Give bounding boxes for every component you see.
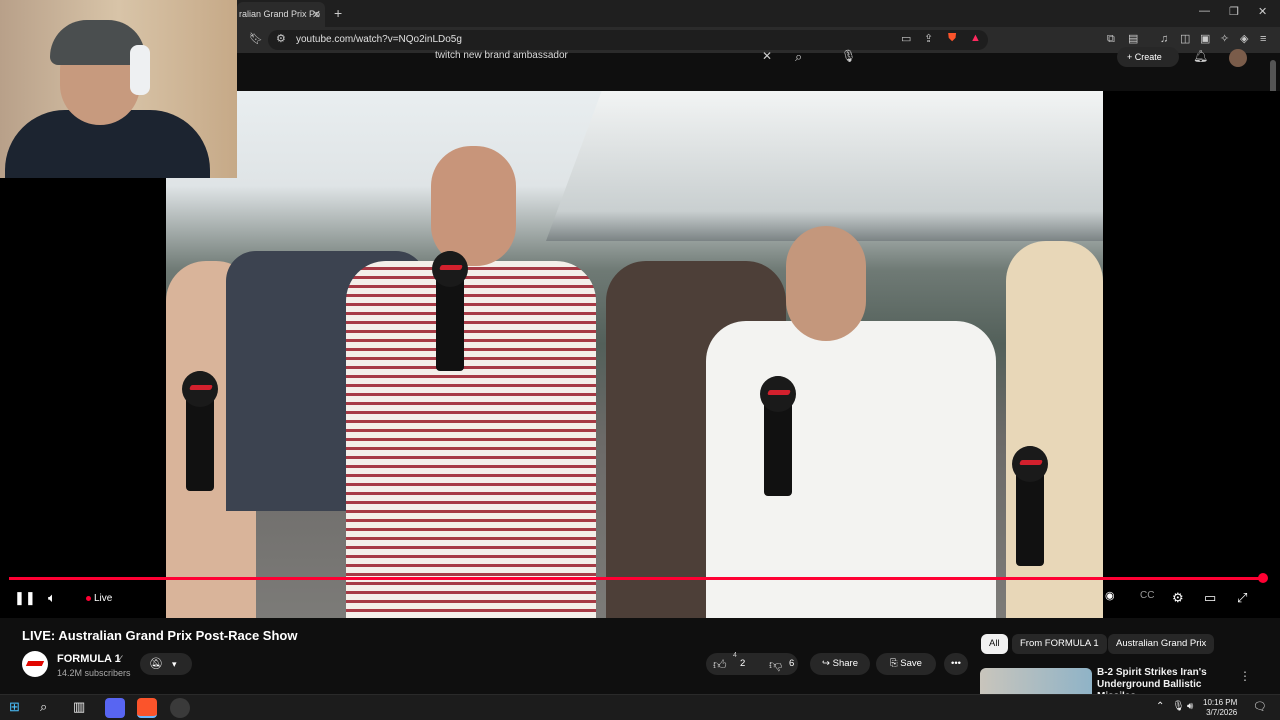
like-icon[interactable]: 👍︎	[713, 658, 727, 671]
live-badge[interactable]: Live	[86, 593, 112, 604]
windows-start-icon[interactable]: ⊞	[9, 700, 20, 713]
video-guest-white-shirt	[706, 321, 996, 618]
microphone-icon[interactable]: 🎙︎	[841, 50, 856, 62]
menu-icon[interactable]: ≡	[1260, 34, 1266, 45]
leo-ai-icon[interactable]: ✧	[1220, 34, 1229, 45]
verified-icon: ✓	[117, 653, 125, 663]
webcam-overlay	[0, 0, 237, 178]
tab-title: ralian Grand Prix Po	[239, 9, 321, 19]
video-mic-host	[432, 251, 468, 371]
captions-icon[interactable]: CC	[1140, 591, 1154, 601]
youtube-header: twitch new brand ambassador ✕ ⌕ 🎙︎ + Cre…	[237, 47, 1280, 91]
chip-from-formula-1[interactable]: From FORMULA 1	[1012, 634, 1107, 654]
url-text: youtube.com/watch?v=NQo2inLDo5g	[296, 34, 462, 45]
settings-gear-icon[interactable]: ⚙	[1172, 591, 1184, 604]
brave-rewards-icon[interactable]: ▲	[970, 33, 981, 44]
brave-shields-icon[interactable]: ⛊	[948, 33, 956, 44]
cast-icon[interactable]: ▭	[901, 34, 911, 45]
progress-scrubber[interactable]	[1258, 573, 1268, 583]
volume-icon[interactable]: 🔈︎	[48, 591, 56, 604]
vpn-icon[interactable]: ◈	[1240, 34, 1248, 45]
video-title: LIVE: Australian Grand Prix Post-Race Sh…	[22, 628, 298, 643]
screen: ralian Grand Prix Po ✕ + — ❐ ✕ 🔖︎ ⚙︎ you…	[0, 0, 1280, 720]
channel-name[interactable]: FORMULA 1	[57, 653, 121, 665]
recommendation-thumbnail[interactable]	[980, 668, 1092, 694]
tray-volume-icon[interactable]: 🔊︎	[1187, 702, 1193, 712]
like-badge: 4	[733, 652, 737, 659]
bell-off-icon: 🔕︎	[149, 658, 163, 670]
dislike-icon[interactable]: 👎︎	[769, 658, 782, 671]
fullscreen-icon[interactable]: ⤢	[1237, 591, 1247, 604]
discord-app-icon[interactable]	[105, 698, 125, 718]
chip-all[interactable]: All	[981, 634, 1008, 654]
search-query: twitch new brand ambassador	[435, 50, 568, 61]
video-frame[interactable]	[166, 91, 1103, 618]
pause-icon[interactable]: ❚❚	[14, 591, 36, 604]
music-icon[interactable]: ♫	[1160, 34, 1168, 45]
create-label: Create	[1134, 52, 1162, 62]
save-label: Save	[900, 658, 922, 669]
theater-mode-icon[interactable]: ▭	[1204, 591, 1216, 604]
tray-microphone-icon[interactable]: 🎙︎	[1172, 702, 1185, 712]
video-host-head	[431, 146, 516, 266]
more-actions-button[interactable]: •••	[944, 653, 968, 675]
search-icon[interactable]: ⌕	[40, 700, 47, 713]
avatar[interactable]	[1229, 49, 1247, 67]
more-horizontal-icon: •••	[951, 658, 961, 669]
brave-app-icon[interactable]	[137, 698, 157, 718]
task-view-icon[interactable]: ▥	[73, 700, 85, 713]
taskbar: ⊞ ⌕ ▥ ⌃ 🎙︎ 🔊︎ 10:16 PM 3/7/2026 🗨︎	[0, 694, 1280, 720]
site-settings-icon[interactable]: ⚙︎	[276, 34, 286, 45]
split-view-icon[interactable]: ◫	[1180, 34, 1190, 45]
live-label: Live	[94, 593, 113, 604]
minimize-icon[interactable]: —	[1199, 5, 1210, 17]
sidebar-icon[interactable]: ▤	[1128, 34, 1138, 45]
video-mic-guest	[760, 376, 796, 496]
notification-bell-button[interactable]: 🔕︎ ▾	[140, 653, 192, 675]
share-icon: ↪	[822, 658, 833, 669]
wallet-icon[interactable]: ▣	[1200, 34, 1210, 45]
live-dot-icon	[86, 595, 91, 601]
search-icon[interactable]: ⌕	[795, 50, 802, 63]
obs-app-icon[interactable]	[170, 698, 190, 718]
webcam-headphones	[130, 45, 150, 95]
clear-search-icon[interactable]: ✕	[762, 50, 772, 62]
bookmark-icon: ⎘	[890, 658, 901, 669]
subscriber-count: 14.2M subscribers	[57, 668, 131, 678]
search-input[interactable]: twitch new brand ambassador ✕	[427, 47, 787, 69]
create-button[interactable]: + Create	[1117, 47, 1179, 67]
plus-icon: +	[1127, 52, 1135, 62]
like-count: 2	[740, 658, 746, 669]
tray-chevron-up-icon[interactable]: ⌃	[1156, 702, 1164, 712]
save-button[interactable]: ⎘ Save	[876, 653, 936, 675]
notification-center-icon[interactable]: 🗨︎	[1253, 702, 1267, 713]
autoplay-toggle-icon[interactable]: ◉	[1105, 591, 1115, 602]
video-mic-left	[182, 371, 218, 491]
video-host-striped-shirt	[346, 261, 596, 618]
notifications-icon[interactable]: 🔔︎	[1193, 50, 1208, 62]
dislike-count: 6	[789, 658, 795, 669]
plus-icon[interactable]: +	[334, 5, 342, 21]
extensions-icon[interactable]: ⧉	[1107, 34, 1115, 45]
tab-close-icon[interactable]: ✕	[312, 8, 321, 21]
video-guest-head	[786, 226, 866, 341]
share-label: Share	[832, 658, 858, 669]
clock-time: 10:16 PM	[1203, 698, 1238, 707]
restore-icon[interactable]: ❐	[1229, 5, 1239, 18]
video-mic-right	[1012, 446, 1048, 566]
chip-australian-grand-prix[interactable]: Australian Grand Prix	[1108, 634, 1215, 654]
browser-tab[interactable]: ralian Grand Prix Po ✕	[237, 2, 325, 27]
share-button[interactable]: ↪ Share	[810, 653, 870, 675]
channel-avatar[interactable]	[22, 651, 48, 677]
taskbar-clock[interactable]: 10:16 PM 3/7/2026	[1203, 698, 1237, 718]
progress-bar[interactable]	[9, 577, 1263, 580]
clock-date: 3/7/2026	[1206, 708, 1238, 717]
chevron-down-icon: ▾	[172, 659, 177, 669]
close-window-icon[interactable]: ✕	[1258, 5, 1267, 18]
video-tent-canopy	[546, 91, 1103, 241]
share-icon[interactable]: ⇪	[924, 34, 933, 45]
more-vertical-icon[interactable]: ⋮	[1239, 670, 1251, 682]
bookmark-icon[interactable]: 🔖︎	[249, 34, 263, 45]
